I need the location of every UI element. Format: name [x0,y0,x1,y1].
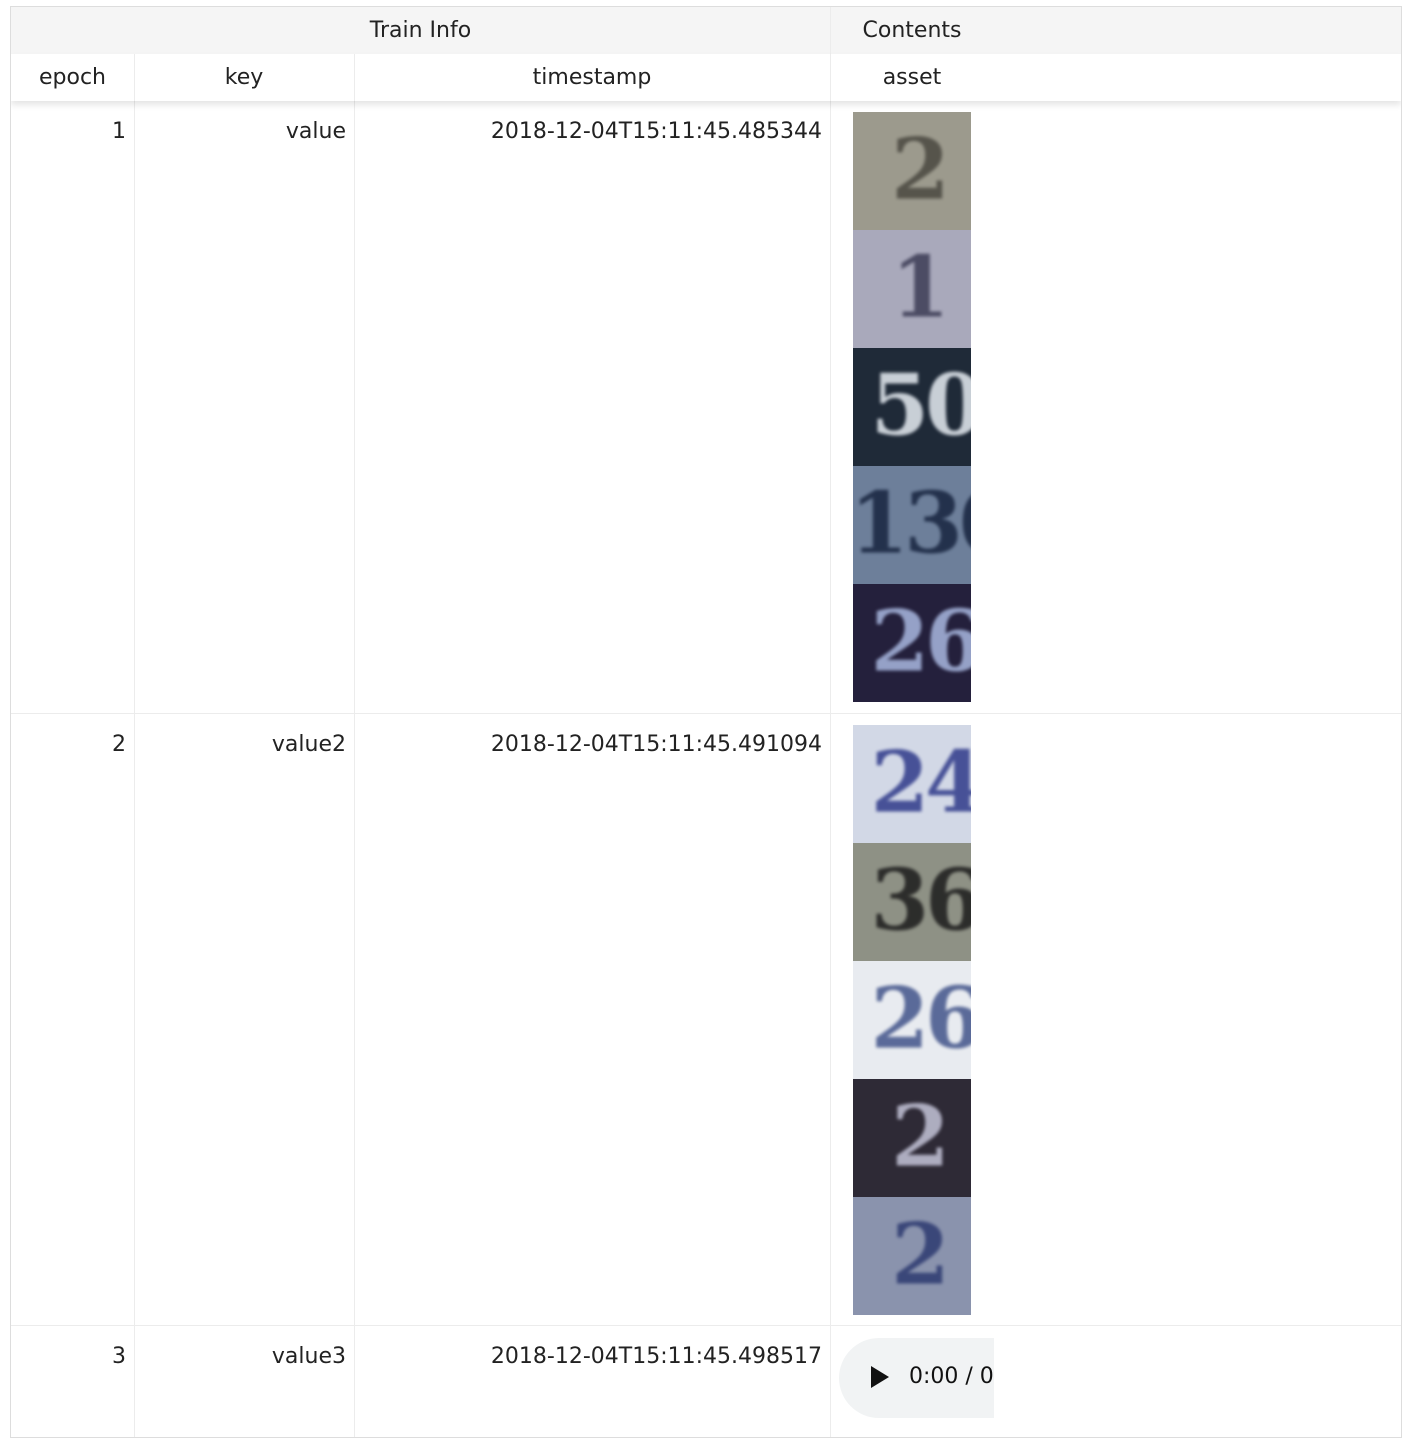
digit-image: 26 [853,584,971,702]
play-icon[interactable] [871,1366,889,1388]
table-row[interactable]: 1 value 2018-12-04T15:11:45.485344 2 1 5… [11,101,1401,714]
group-header-row: Train Info Contents [11,7,1401,55]
group-header-train-info[interactable]: Train Info [11,7,830,54]
cell-timestamp: 2018-12-04T15:11:45.485344 [490,119,822,144]
divider [830,54,831,101]
column-header-row: epoch key timestamp asset [11,54,1401,101]
column-header-epoch[interactable]: epoch [11,54,134,101]
audio-player[interactable]: 0:00 / 0 [839,1338,994,1418]
digit-image: 50 [853,348,971,466]
cell-epoch: 2 [112,732,126,757]
group-header-contents[interactable]: Contents [830,7,994,54]
cell-epoch: 1 [112,119,126,144]
digit-image: 36 [853,843,971,961]
table-row[interactable]: 3 value3 2018-12-04T15:11:45.498517 0:00… [11,1326,1401,1437]
column-header-asset[interactable]: asset [830,54,994,101]
cell-timestamp: 2018-12-04T15:11:45.491094 [490,732,822,757]
grid-body: 1 value 2018-12-04T15:11:45.485344 2 1 5… [11,101,1401,1437]
audio-time: 0:00 / 0 [909,1364,994,1389]
digit-image: 26 [853,961,971,1079]
digit-image: 2 [853,1079,971,1197]
digit-image: 2 [853,112,971,230]
column-header-key[interactable]: key [134,54,354,101]
image-strip: 2 1 50 130 26 [853,112,971,702]
table-row[interactable]: 2 value2 2018-12-04T15:11:45.491094 24 3… [11,714,1401,1326]
digit-image: 2 [853,1197,971,1315]
digit-image: 24 [853,725,971,843]
cell-key: value3 [271,1344,346,1369]
cell-epoch: 3 [112,1344,126,1369]
cell-key: value2 [271,732,346,757]
divider [830,7,831,54]
cell-key: value [285,119,346,144]
digit-image: 130 [853,466,971,584]
image-strip: 24 36 26 2 2 [853,725,971,1315]
data-grid: Train Info Contents epoch key timestamp … [10,6,1402,1438]
cell-timestamp: 2018-12-04T15:11:45.498517 [490,1344,822,1369]
digit-image: 1 [853,230,971,348]
divider [134,54,135,101]
column-header-timestamp[interactable]: timestamp [354,54,830,101]
divider [354,54,355,101]
